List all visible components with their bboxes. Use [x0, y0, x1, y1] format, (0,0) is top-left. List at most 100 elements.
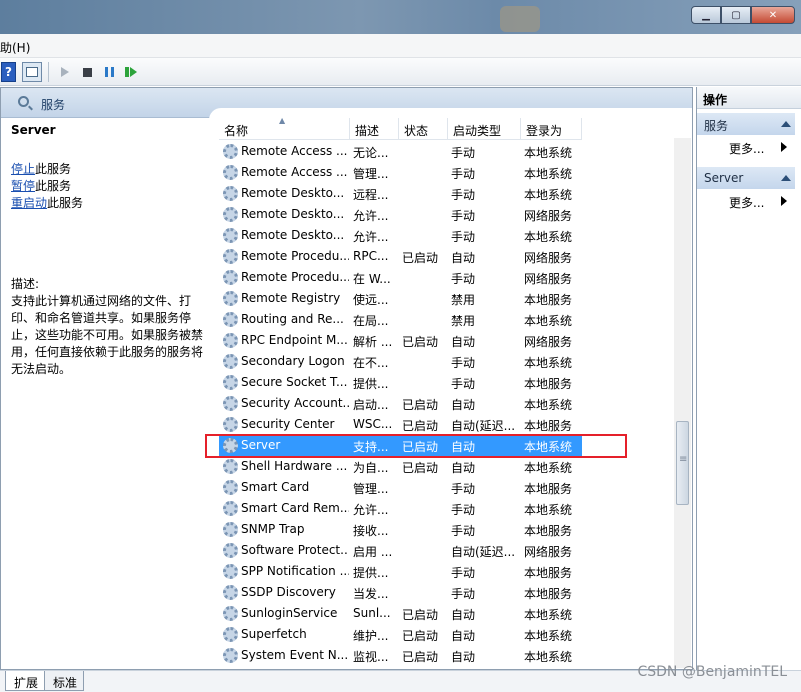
title-bar: ▁ ▢ ✕	[0, 0, 801, 34]
service-row[interactable]: Security Account... 启动... 已启动 自动 本地系统	[219, 393, 582, 414]
service-logon-cell: 本地系统	[524, 314, 573, 328]
service-row[interactable]: SPP Notification ... 提供... 手动 本地服务	[219, 561, 582, 582]
service-name-cell: Smart Card	[241, 480, 310, 494]
service-logon-cell: 本地系统	[524, 629, 573, 643]
service-row[interactable]: Remote Procedu... RPC... 已启动 自动 网络服务	[219, 246, 582, 267]
services-more-actions[interactable]: 更多...	[729, 140, 764, 157]
vertical-scrollbar[interactable]	[674, 138, 691, 668]
actions-section-server[interactable]: Server	[697, 167, 795, 189]
service-desc-cell: 允许...	[353, 209, 389, 223]
submenu-arrow-icon	[781, 142, 787, 152]
close-button[interactable]: ✕	[751, 6, 795, 24]
restart-link[interactable]: 重启动	[11, 196, 47, 210]
service-name-cell: Remote Deskto...	[241, 207, 345, 221]
service-startup-cell: 手动	[451, 272, 476, 286]
service-logon-cell: 本地系统	[524, 167, 573, 181]
service-row[interactable]: Remote Deskto... 远程... 手动 本地系统	[219, 183, 582, 204]
service-row[interactable]: Remote Registry 使远... 禁用 本地服务	[219, 288, 582, 309]
service-row[interactable]: Superfetch 维护... 已启动 自动 本地系统	[219, 624, 582, 645]
service-row[interactable]: Secondary Logon 在不... 手动 本地系统	[219, 351, 582, 372]
service-gear-icon	[223, 564, 238, 579]
service-gear-icon	[223, 543, 238, 558]
column-startup-type[interactable]: 启动类型	[448, 118, 521, 140]
service-logon-cell: 网络服务	[524, 545, 573, 559]
service-logon-cell: 本地服务	[524, 377, 573, 391]
service-row[interactable]: RPC Endpoint M... 解析 ... 已启动 自动 网络服务	[219, 330, 582, 351]
close-icon: ✕	[768, 9, 778, 21]
start-service-icon[interactable]	[55, 62, 75, 82]
collapse-icon	[781, 121, 791, 127]
stop-link[interactable]: 停止	[11, 162, 35, 176]
column-description[interactable]: 描述	[350, 118, 399, 140]
service-startup-cell: 自动	[451, 461, 476, 475]
service-gear-icon	[223, 459, 238, 474]
service-startup-cell: 自动	[451, 398, 476, 412]
service-gear-icon	[223, 312, 238, 327]
service-gear-icon	[223, 522, 238, 537]
minimize-icon: ▁	[702, 9, 710, 21]
services-list: 名称 ▲ 描述 状态 启动类型 登录为 Remote Access ... 无论.…	[209, 108, 692, 669]
service-row[interactable]: System Event N... 监视... 已启动 自动 本地系统	[219, 645, 582, 666]
menu-help[interactable]: 助(H)	[0, 39, 30, 56]
server-more-actions[interactable]: 更多...	[729, 194, 764, 211]
service-desc-cell: 允许...	[353, 503, 389, 517]
service-desc-cell: 提供...	[353, 566, 389, 580]
service-logon-cell: 本地系统	[524, 188, 573, 202]
show-console-tree-icon[interactable]	[22, 62, 42, 82]
service-logon-cell: 网络服务	[524, 209, 573, 223]
service-row[interactable]: Routing and Re... 在局... 禁用 本地系统	[219, 309, 582, 330]
service-desc-cell: RPC...	[353, 249, 389, 263]
service-gear-icon	[223, 438, 238, 453]
tab-extended[interactable]: 扩展	[5, 671, 46, 691]
service-row[interactable]: SSDP Discovery 当发... 手动 本地服务	[219, 582, 582, 603]
service-name-cell: Superfetch	[241, 627, 307, 641]
service-startup-cell: 禁用	[451, 314, 476, 328]
service-row[interactable]: Remote Procedu... 在 W... 手动 网络服务	[219, 267, 582, 288]
service-desc-cell: 当发...	[353, 587, 389, 601]
help-icon[interactable]: ?	[1, 62, 16, 82]
service-logon-cell: 本地系统	[524, 356, 573, 370]
service-row[interactable]: SunloginService Sunl... 已启动 自动 本地系统	[219, 603, 582, 624]
actions-section-services[interactable]: 服务	[697, 113, 795, 135]
tab-standard[interactable]: 标准	[44, 671, 85, 691]
service-row[interactable]: Smart Card Rem... 允许... 手动 本地系统	[219, 498, 582, 519]
service-startup-cell: 自动	[451, 608, 476, 622]
service-logon-cell: 本地系统	[524, 398, 573, 412]
service-row[interactable]: Remote Access ... 管理... 手动 本地系统	[219, 162, 582, 183]
service-row[interactable]: Secure Socket T... 提供... 手动 本地服务	[219, 372, 582, 393]
pause-link[interactable]: 暂停	[11, 179, 35, 193]
service-row[interactable]: Software Protect... 启用 ... 自动(延迟... 网络服务	[219, 540, 582, 561]
service-name-cell: Remote Deskto...	[241, 228, 345, 242]
stop-service-icon[interactable]	[77, 62, 97, 82]
service-status-cell: 已启动	[402, 629, 439, 643]
maximize-button[interactable]: ▢	[721, 6, 751, 24]
service-name-cell: Remote Access ...	[241, 144, 348, 158]
restart-service-icon[interactable]	[121, 62, 141, 82]
service-status-cell: 已启动	[402, 440, 439, 454]
pause-service-icon[interactable]	[99, 62, 119, 82]
column-logon-as[interactable]: 登录为	[521, 118, 582, 140]
service-logon-cell: 本地服务	[524, 419, 573, 433]
service-row[interactable]: Remote Access ... 无论... 手动 本地系统	[219, 141, 582, 162]
scrollbar-thumb[interactable]	[676, 421, 689, 505]
column-status[interactable]: 状态	[399, 118, 448, 140]
column-name[interactable]: 名称 ▲	[219, 116, 350, 140]
service-row[interactable]: Security Center WSC... 已启动 自动(延迟... 本地服务	[219, 414, 582, 435]
minimize-button[interactable]: ▁	[691, 6, 721, 24]
service-name-cell: SNMP Trap	[241, 522, 305, 536]
service-row[interactable]: Shell Hardware ... 为自... 已启动 自动 本地系统	[219, 456, 582, 477]
service-row[interactable]: SNMP Trap 接收... 手动 本地服务	[219, 519, 582, 540]
service-gear-icon	[223, 165, 238, 180]
service-startup-cell: 手动	[451, 146, 476, 160]
service-row[interactable]: Smart Card 管理... 手动 本地服务	[219, 477, 582, 498]
service-startup-cell: 手动	[451, 377, 476, 391]
section-server-label: Server	[704, 171, 744, 185]
service-name-cell: Remote Procedu...	[241, 270, 349, 284]
service-gear-icon	[223, 144, 238, 159]
selected-service-name: Server	[11, 123, 56, 137]
service-row[interactable]: Remote Deskto... 允许... 手动 网络服务	[219, 204, 582, 225]
service-row[interactable]: Remote Deskto... 允许... 手动 本地系统	[219, 225, 582, 246]
service-row-selected[interactable]: Server 支持... 已启动 自动 本地系统	[219, 435, 582, 456]
service-desc-cell: 为自...	[353, 461, 389, 475]
restart-suffix: 此服务	[47, 196, 84, 210]
